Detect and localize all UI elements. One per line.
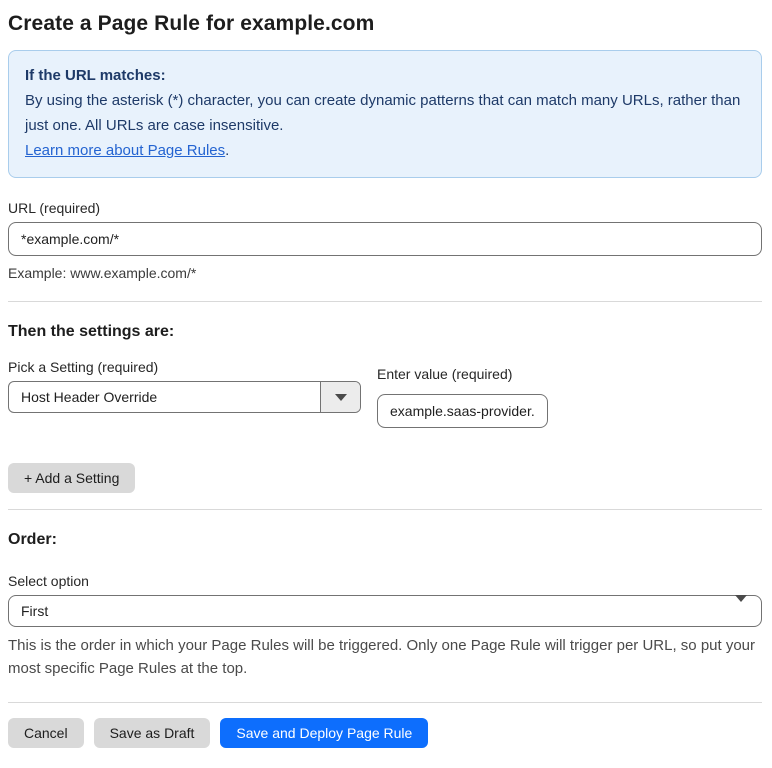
divider	[8, 509, 762, 510]
order-section-heading: Order:	[8, 531, 57, 548]
url-helper-text: Example: www.example.com/*	[8, 265, 197, 281]
url-label: URL (required)	[8, 200, 101, 216]
info-box-heading: If the URL matches:	[25, 67, 166, 84]
chevron-down-icon	[735, 595, 747, 620]
order-select-label: Select option	[8, 573, 89, 589]
info-box-body-text: By using the asterisk (*) character, you…	[25, 92, 741, 134]
order-select[interactable]: First	[8, 595, 762, 627]
url-input[interactable]	[8, 222, 762, 256]
settings-section-heading: Then the settings are:	[8, 323, 175, 340]
setting-value-column: Enter value (required)	[377, 366, 548, 428]
divider	[8, 301, 762, 302]
pick-setting-label: Pick a Setting (required)	[8, 359, 159, 375]
page-rule-form: Create a Page Rule for example.com If th…	[0, 0, 772, 768]
enter-value-label: Enter value (required)	[377, 366, 513, 382]
url-match-info-box: If the URL matches: By using the asteris…	[8, 50, 762, 178]
pick-setting-select[interactable]: Host Header Override	[8, 381, 361, 413]
save-as-draft-button[interactable]: Save as Draft	[93, 718, 211, 748]
order-helper-text: This is the order in which your Page Rul…	[8, 637, 756, 677]
setting-picker-column: Pick a Setting (required) Host Header Ov…	[8, 359, 361, 413]
pick-setting-selected-value: Host Header Override	[21, 389, 158, 405]
link-suffix: .	[225, 142, 230, 159]
add-setting-button[interactable]: + Add a Setting	[8, 463, 136, 493]
save-and-deploy-button[interactable]: Save and Deploy Page Rule	[220, 718, 429, 748]
chevron-down-icon	[320, 382, 360, 412]
order-selected-value: First	[21, 603, 49, 619]
page-title: Create a Page Rule for example.com	[8, 12, 375, 35]
setting-row: Pick a Setting (required) Host Header Ov…	[8, 359, 762, 428]
cancel-button[interactable]: Cancel	[8, 718, 84, 748]
info-box-body: By using the asterisk (*) character, you…	[25, 88, 745, 163]
form-actions: Cancel Save as Draft Save and Deploy Pag…	[8, 718, 762, 748]
setting-value-input[interactable]	[377, 394, 548, 428]
learn-more-page-rules-link[interactable]: Learn more about Page Rules	[25, 142, 225, 159]
divider	[8, 702, 762, 703]
